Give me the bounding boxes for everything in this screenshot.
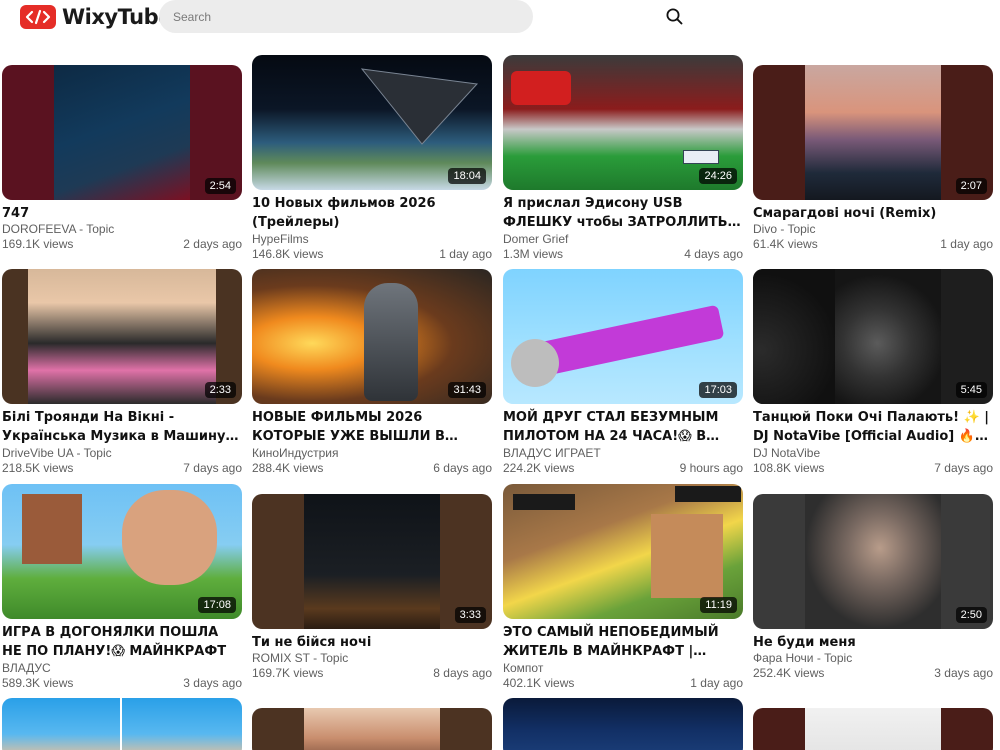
video-duration: 31:43 (448, 382, 486, 398)
video-age: 1 day ago (439, 247, 492, 261)
video-views: 288.4K views (252, 461, 324, 475)
video-title[interactable]: Я прислал Эдисону USB ФЛЕШКУ чтобы ЗАТРО… (503, 194, 743, 232)
video-duration: 2:33 (204, 382, 236, 398)
video-channel[interactable]: ВЛАДУС ИГРАЕТ (503, 446, 601, 460)
video-title[interactable]: Танцюй Поки Очі Палають! ✨ | DJ NotaVibe… (753, 408, 993, 446)
video-thumbnail[interactable]: 2:50 (753, 494, 993, 629)
video-channel[interactable]: DriveVibe UA - Topic (2, 446, 112, 460)
video-thumbnail[interactable]: 24:26 (503, 55, 743, 190)
video-thumbnail[interactable]: 3:33 (252, 494, 492, 629)
video-views: 1.3M views (503, 247, 564, 261)
video-age: 1 day ago (940, 237, 993, 251)
video-title[interactable]: ИГРА В ДОГОНЯЛКИ ПОШЛА НЕ ПО ПЛАНУ!😱 МАЙ… (2, 623, 242, 661)
video-channel[interactable]: DOROFEEVA - Topic (2, 222, 114, 236)
video-duration: 2:07 (955, 178, 987, 194)
video-age: 1 day ago (690, 676, 743, 690)
video-age: 3 days ago (183, 676, 242, 690)
video-thumbnail[interactable]: 17:03 (503, 269, 743, 404)
video-channel[interactable]: ROMIX ST - Topic (252, 651, 348, 665)
video-thumbnail[interactable] (252, 708, 492, 750)
video-title[interactable]: Не буди меня (753, 633, 993, 652)
video-thumbnail[interactable] (753, 708, 993, 750)
video-title[interactable]: МОЙ ДРУГ СТАЛ БЕЗУМНЫМ ПИЛОТОМ НА 24 ЧАС… (503, 408, 743, 446)
video-views: 108.8K views (753, 461, 825, 475)
video-age: 4 days ago (684, 247, 743, 261)
video-views: 169.7K views (252, 666, 324, 680)
video-thumbnail[interactable]: 18:04 (252, 55, 492, 190)
video-duration: 11:19 (700, 597, 737, 613)
video-views: 252.4K views (753, 666, 825, 680)
video-channel[interactable]: КиноИндустрия (252, 446, 338, 460)
video-thumbnail[interactable] (2, 698, 242, 750)
video-thumbnail[interactable]: 31:43 (252, 269, 492, 404)
video-duration: 17:08 (198, 597, 236, 613)
video-duration: 3:33 (454, 607, 486, 623)
video-duration: 17:03 (699, 382, 737, 398)
video-duration: 24:26 (699, 168, 737, 184)
video-title[interactable]: ЭТО САМЫЙ НЕПОБЕДИМЫЙ ЖИТЕЛЬ В МАЙНКРАФТ… (503, 623, 743, 661)
video-thumbnail[interactable]: 2:33 (2, 269, 242, 404)
video-age: 8 days ago (433, 666, 492, 680)
video-age: 7 days ago (934, 461, 993, 475)
video-thumbnail[interactable]: 2:07 (753, 65, 993, 200)
video-title[interactable]: Смарагдові ночі (Remix) (753, 204, 993, 223)
video-thumbnail[interactable]: 2:54 (2, 65, 242, 200)
video-title[interactable]: 10 Новых фильмов 2026 (Трейлеры) (252, 194, 492, 232)
video-views: 146.8K views (252, 247, 324, 261)
video-views: 169.1K views (2, 237, 74, 251)
video-title[interactable]: Білі Троянди На Вікні - Українська Музик… (2, 408, 242, 446)
video-channel[interactable]: Domer Grief (503, 232, 568, 246)
video-views: 589.3K views (2, 676, 74, 690)
video-age: 9 hours ago (679, 461, 743, 475)
video-duration: 18:04 (448, 168, 486, 184)
video-channel[interactable]: DJ NotaVibe (753, 446, 820, 460)
video-duration: 5:45 (955, 382, 987, 398)
video-thumbnail[interactable]: 5:45 (753, 269, 993, 404)
video-age: 6 days ago (433, 461, 492, 475)
video-channel[interactable]: Компот (503, 661, 543, 675)
video-grid: 2:54 747 DOROFEEVA - Topic 169.1K views … (0, 0, 1000, 750)
video-title[interactable]: 747 (2, 204, 242, 223)
video-views: 224.2K views (503, 461, 575, 475)
video-views: 61.4K views (753, 237, 818, 251)
video-views: 402.1K views (503, 676, 575, 690)
video-duration: 2:54 (204, 178, 236, 194)
video-age: 2 days ago (183, 237, 242, 251)
video-age: 3 days ago (934, 666, 993, 680)
video-views: 218.5K views (2, 461, 74, 475)
video-title[interactable]: НОВЫЕ ФИЛЬМЫ 2026 КОТОРЫЕ УЖЕ ВЫШЛИ В КА… (252, 408, 492, 446)
video-thumbnail[interactable]: 17:08 (2, 484, 242, 619)
video-channel[interactable]: Divo - Topic (753, 222, 815, 236)
video-channel[interactable]: HypeFilms (252, 232, 309, 246)
video-duration: 2:50 (955, 607, 987, 623)
video-age: 7 days ago (183, 461, 242, 475)
video-channel[interactable]: Фара Ночи - Topic (753, 651, 852, 665)
video-thumbnail[interactable]: 11:19 (503, 484, 743, 619)
video-thumbnail[interactable] (503, 698, 743, 750)
video-channel[interactable]: ВЛАДУС (2, 661, 51, 675)
video-title[interactable]: Ти не бійся ночі (252, 633, 492, 652)
